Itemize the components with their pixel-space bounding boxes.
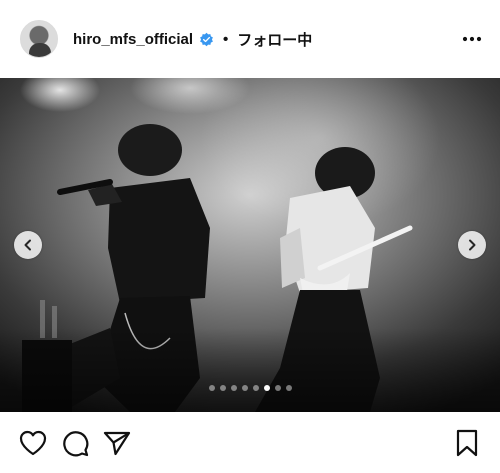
share-button[interactable] — [102, 428, 132, 458]
comment-icon — [63, 430, 89, 456]
more-options-icon[interactable] — [460, 27, 484, 51]
carousel-dot — [230, 385, 237, 391]
carousel-indicator — [0, 385, 500, 393]
following-button[interactable]: フォロー中 — [237, 29, 312, 50]
verified-badge-icon — [200, 32, 213, 46]
post-photo — [0, 78, 500, 412]
chevron-right-icon — [469, 239, 476, 251]
chevron-left-icon — [24, 239, 31, 251]
carousel-dot — [252, 385, 259, 391]
photo-carousel[interactable] — [0, 78, 500, 412]
comment-button[interactable] — [60, 428, 90, 458]
like-button[interactable] — [18, 428, 48, 458]
post-header: hiro_mfs_official • フォロー中 — [0, 0, 500, 78]
heart-icon — [19, 430, 47, 455]
carousel-dot — [219, 385, 226, 391]
bookmark-icon — [456, 429, 478, 456]
send-icon — [103, 431, 131, 455]
carousel-dot — [263, 385, 270, 391]
username-link[interactable]: hiro_mfs_official — [73, 31, 193, 48]
carousel-dot — [274, 385, 281, 391]
save-button[interactable] — [452, 428, 482, 458]
carousel-dot — [241, 385, 248, 391]
separator-dot: • — [223, 30, 229, 48]
post-actions — [0, 412, 500, 473]
carousel-dot — [285, 385, 292, 391]
carousel-prev-button[interactable] — [14, 231, 42, 259]
carousel-dot — [208, 385, 215, 391]
avatar[interactable] — [20, 20, 58, 58]
carousel-next-button[interactable] — [458, 231, 486, 259]
